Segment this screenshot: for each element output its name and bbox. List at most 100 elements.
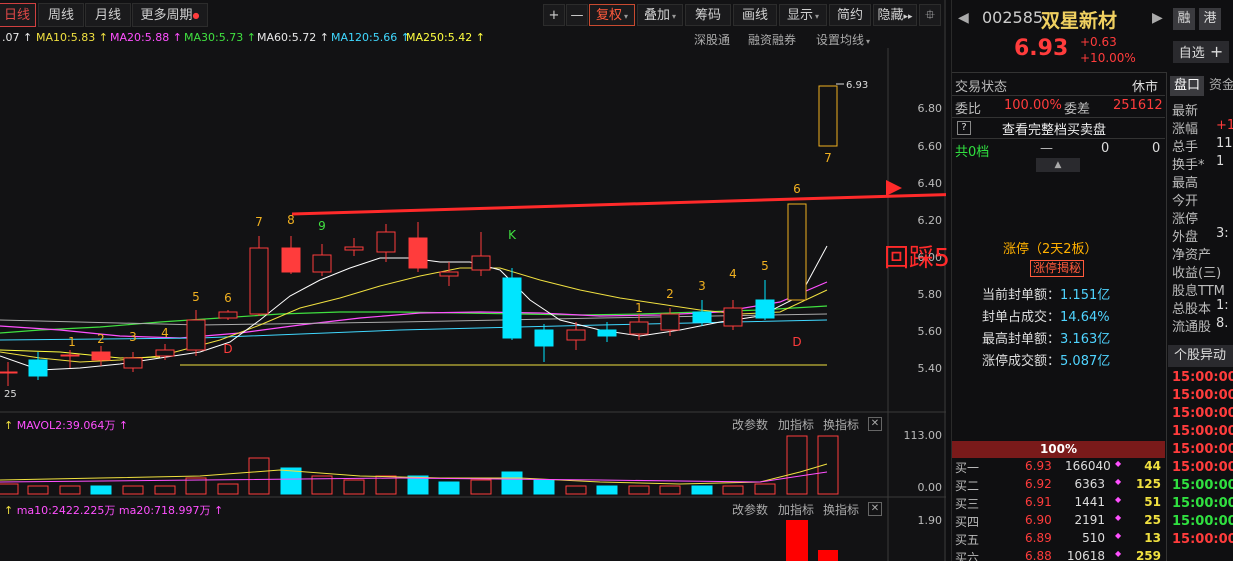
ma-edit-params-link[interactable]: 改参数 [732,501,768,518]
bid-row[interactable]: 买三 6.91 1441 ◆ 51 [955,495,1165,513]
close-icon[interactable]: ✕ [868,417,882,431]
count-label: D [223,342,232,356]
bid-level-label: 买三 [955,497,980,511]
close-icon[interactable]: ✕ [868,502,882,516]
abnormal-item[interactable]: 15:00:00 [1172,496,1233,511]
vol-y-top: 113.00 [903,429,943,442]
volume-bar [217,483,239,495]
volume-bar [501,471,523,495]
y-label: 6.40 [917,177,943,190]
abnormal-title[interactable]: 个股异动 [1168,345,1233,367]
volume-bar [248,457,270,495]
candle-body [755,299,775,319]
volume-bar [343,479,365,495]
bid-price: 6.88 [1025,549,1052,561]
margin-button[interactable]: 融 [1173,8,1195,30]
quote-field-label: 外盘 [1172,230,1199,245]
candle-body [91,351,111,361]
bid-level-label: 买四 [955,515,980,529]
seal-ratio-value: 14.64% [1060,310,1110,325]
ma-panel-bar [818,550,838,561]
vol-edit-params-link[interactable]: 改参数 [732,416,768,433]
limit-up-reveal-button[interactable]: 涨停揭秘 [1030,260,1085,277]
volume-bar [0,483,19,495]
plus-icon: + [1204,42,1224,61]
candle-body [692,311,712,323]
ma-switch-indicator-link[interactable]: 换指标 [823,501,859,518]
quote-field-label: 今开 [1172,194,1199,209]
count-label: 6 [793,182,801,196]
candle-body [155,349,175,357]
vol-switch-indicator-link[interactable]: 换指标 [823,416,859,433]
abnormal-item[interactable]: 15:00:00 [1172,514,1233,529]
tab-panel-kou[interactable]: 盘口 [1170,76,1204,96]
abnormal-item[interactable]: 15:00:00 [1172,442,1233,457]
volume-bar [754,483,776,495]
abnormal-item[interactable]: 15:00:00 [1172,478,1233,493]
candle-body [186,319,206,351]
limit-turnover-value: 5.087亿 [1060,354,1111,369]
bid-orders: 25 [1144,513,1161,527]
abnormal-item[interactable]: 15:00:00 [1172,370,1233,385]
quote-field-label: 收益(三) [1172,266,1222,281]
watchlist-button[interactable]: 自选 + [1173,41,1229,63]
watchlist-label: 自选 [1178,46,1205,61]
candle-body [408,237,428,269]
y-label: 6.60 [917,140,943,153]
abnormal-item[interactable]: 15:00:00 [1172,406,1233,421]
diamond-icon: ◆ [1115,459,1122,468]
count-label: 9 [318,219,326,233]
hk-button[interactable]: 港 [1199,8,1221,30]
diamond-icon: ◆ [1115,495,1122,504]
candle-body [344,246,364,251]
count-label: K [508,228,517,242]
candle-body [787,203,807,301]
bid-price: 6.93 [1025,459,1052,473]
next-stock-icon[interactable]: ▶ [1152,10,1163,26]
tab-funds[interactable]: 资金 [1205,76,1233,96]
quote-field-label: 股息TTM [1172,284,1225,299]
vol-arrow-icon: ↑ [4,419,17,432]
limit-up-title: 涨停（2天2板） [1003,242,1098,257]
bid-row[interactable]: 买六 6.88 10618 ◆ 259 [955,549,1165,561]
ma-panel-y-top: 1.90 [917,514,943,527]
ma-arrow-icon: ↑ [4,504,17,517]
kline-chart-area[interactable]: 日线 周线 月线 更多周期● + — 复权 ▾ 叠加 ▾ 筹码 画线 显示 ▾ 简约 … [0,0,946,561]
abnormal-item[interactable]: 15:00:00 [1172,460,1233,475]
vol-panel-header: ↑ MAVOL2:39.064万 ↑ [4,417,128,433]
bid-row[interactable]: 买二 6.92 6363 ◆ 125 [955,477,1165,495]
vol-add-indicator-link[interactable]: 加指标 [778,416,814,433]
seal-amount-value: 1.151亿 [1060,288,1111,303]
full-order-book-link[interactable]: 查看完整档买卖盘 [1002,119,1106,138]
count-label: 5 [761,259,769,273]
help-icon[interactable]: ? [957,121,971,135]
bid-row[interactable]: 买一 6.93 166040 ◆ 44 [955,459,1165,477]
quote-field-value: 3: [1216,226,1229,241]
bid-row[interactable]: 买四 6.90 2191 ◆ 25 [955,513,1165,531]
buy-pressure-bar: 100% [952,441,1165,458]
quote-field-label: 最高 [1172,176,1199,191]
count-label: 4 [729,267,737,281]
abnormal-item[interactable]: 15:00:00 [1172,424,1233,439]
collapse-button[interactable]: ▲ [1036,158,1080,172]
prev-stock-icon[interactable]: ◀ [958,10,969,26]
stock-code: 002585 [982,8,1044,27]
price-change: +0.63 +10.00% [1080,34,1136,66]
ma-add-indicator-link[interactable]: 加指标 [778,501,814,518]
candlestick-group [0,85,838,386]
vol-y-bottom: 0.00 [917,481,943,494]
quote-field-value: 8. [1216,316,1229,331]
limit-turnover-row: 涨停成交额：5.087亿 [982,350,1110,369]
volume-bar [596,485,618,495]
trade-status-value: 休市 [1132,80,1159,95]
candle-body [629,321,649,335]
candle-body [28,359,48,377]
bid-row[interactable]: 买五 6.89 510 ◆ 13 [955,531,1165,549]
count-label: 5 [192,290,200,304]
count-label: 6 [224,291,232,305]
diamond-icon: ◆ [1115,549,1122,558]
bid-ratio-label: 委比 [955,102,982,117]
bid-volume: 1441 [1074,495,1105,509]
abnormal-item[interactable]: 15:00:00 [1172,532,1233,547]
abnormal-item[interactable]: 15:00:00 [1172,388,1233,403]
